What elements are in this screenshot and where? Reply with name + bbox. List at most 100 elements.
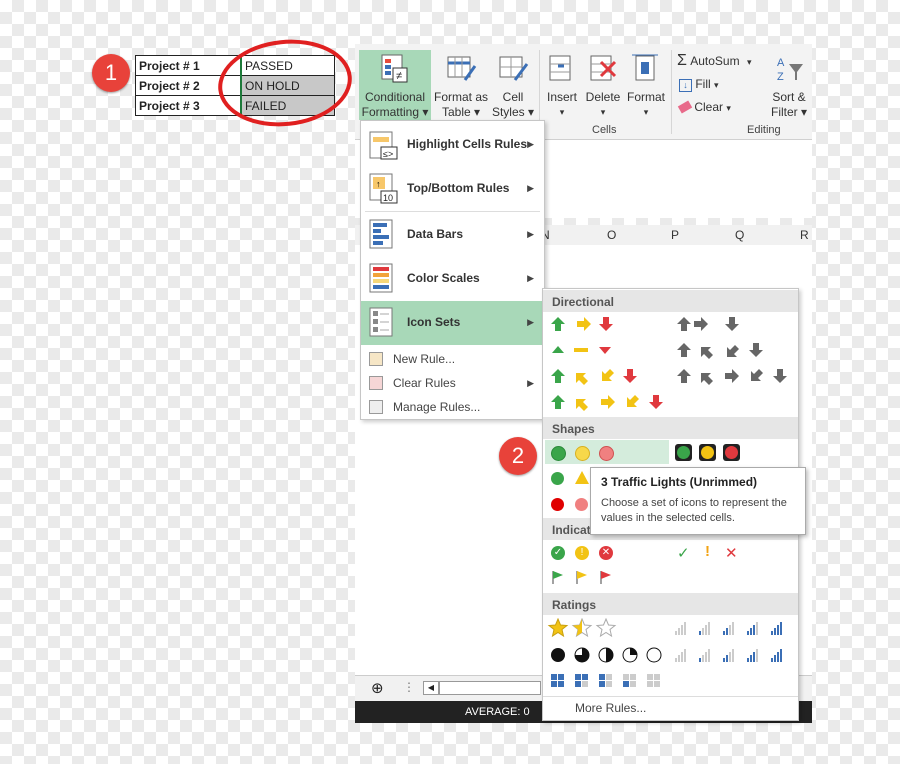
section-label: Shapes (552, 422, 595, 436)
menu-label: Data Bars (407, 227, 464, 241)
format-as-table-label-2: Table ▾ (441, 105, 481, 119)
yellow-triangle-icon (575, 471, 589, 484)
4-bars-icon-set[interactable] (673, 618, 793, 638)
sort-filter-icon: A Z (777, 57, 803, 83)
full-star-icon (547, 618, 569, 638)
fill-button[interactable]: ↓ Fill ▾ (679, 77, 739, 95)
menu-manage-rules[interactable]: Manage Rules... (361, 395, 544, 419)
submenu-arrow-icon: ▶ (527, 378, 534, 388)
menu-data-bars[interactable]: Data Bars ▶ (361, 213, 544, 257)
menu-color-scales[interactable]: Color Scales ▶ (361, 257, 544, 301)
column-header[interactable]: P (671, 228, 679, 242)
menu-label: Highlight Cells Rules (407, 137, 528, 151)
5-arrows-colored-icon (551, 395, 663, 411)
svg-text:A: A (777, 57, 785, 69)
menu-top-bottom-rules[interactable]: ↑ 10 Top/Bottom Rules ▶ (361, 167, 544, 209)
fill-label: Fill (695, 77, 711, 91)
empty-star-icon (595, 618, 617, 638)
format-dropdown-icon: ▾ (643, 107, 649, 117)
half-circle-icon (606, 648, 613, 662)
x-mark-icon: ✕ (725, 545, 738, 562)
menu-highlight-cells-rules[interactable]: ≤> Highlight Cells Rules ▶ (361, 123, 544, 165)
3-stars-icon-set[interactable] (547, 618, 627, 638)
submenu-arrow-icon: ▶ (527, 273, 534, 283)
green-circle-icon (551, 446, 566, 461)
format-as-table-button[interactable]: Format as Table ▾ (433, 50, 489, 120)
3-triangles-icon (552, 346, 611, 354)
cell-styles-label-2: Styles ▾ (491, 105, 535, 119)
red-circle-icon (599, 446, 614, 461)
data-bars-icon (369, 219, 393, 249)
insert-button[interactable]: Insert ▾ (543, 50, 581, 120)
5-quarters-icon-set[interactable] (547, 644, 667, 666)
conditional-formatting-label-2: Formatting ▾ (361, 105, 429, 119)
color-scales-icon (369, 263, 393, 293)
sort-filter-button[interactable]: A Z Sort & Filter ▾ (767, 50, 811, 120)
section-label: Indicat (552, 523, 591, 537)
red-flag-icon (600, 571, 611, 584)
5-boxes-icon-set[interactable] (547, 671, 667, 691)
5-bars-icon-set[interactable] (673, 644, 793, 666)
section-label: Directional (552, 295, 615, 309)
boxes-4-icon (551, 674, 564, 687)
3-flags-icon-set[interactable] (547, 567, 627, 587)
delete-label: Delete (585, 90, 621, 104)
eraser-icon (677, 100, 693, 114)
scroll-left-icon[interactable]: ◀ (423, 681, 439, 695)
format-icon (632, 54, 658, 81)
clear-label: Clear (694, 100, 724, 114)
3-arrows-gray-icon (677, 317, 739, 331)
exclamation-circle-icon: ! (575, 546, 589, 560)
menu-new-rule[interactable]: New Rule... (361, 347, 544, 371)
submenu-arrow-icon: ▶ (527, 183, 534, 193)
menu-icon-sets[interactable]: Icon Sets ▶ (361, 301, 544, 345)
conditional-formatting-button[interactable]: ≠ Conditional Formatting ▾ (359, 50, 431, 120)
fill-dropdown-icon: ▾ (714, 80, 719, 90)
average-readout: AVERAGE: 0 (465, 706, 530, 718)
autosum-label: AutoSum (690, 54, 740, 68)
submenu-arrow-icon: ▶ (527, 317, 534, 327)
autosum-dropdown-icon: ▾ (746, 57, 752, 67)
sort-filter-label-1: Sort & (772, 90, 806, 104)
column-header[interactable]: R (800, 228, 809, 242)
directional-icon-sets[interactable] (543, 313, 798, 417)
cell-styles-label-1: Cell (502, 90, 524, 104)
check-circle-icon: ✓ (551, 546, 565, 560)
tooltip-description: Choose a set of icons to represent the v… (601, 497, 787, 524)
cell-styles-button[interactable]: Cell Styles ▾ (491, 50, 535, 120)
boxes-0-icon (647, 674, 660, 687)
delete-button[interactable]: Delete ▾ (583, 50, 623, 120)
format-as-table-label-1: Format as (433, 90, 488, 104)
editing-group-label: Editing (747, 124, 781, 136)
insert-dropdown-icon: ▾ (559, 107, 565, 117)
tooltip-title: 3 Traffic Lights (Unrimmed) (601, 475, 758, 489)
autosum-button[interactable]: Σ AutoSum ▾ (677, 53, 767, 71)
format-button[interactable]: Format ▾ (625, 50, 667, 120)
column-header[interactable]: O (607, 228, 616, 242)
pink-circle-icon (575, 498, 588, 511)
column-header[interactable]: Q (735, 228, 744, 242)
format-label: Format (626, 90, 665, 104)
section-header: Shapes (543, 417, 798, 439)
x-circle-icon: ✕ (599, 546, 613, 560)
exclamation-icon: ! (705, 543, 710, 560)
step-2-badge: 2 (499, 437, 537, 475)
boxes-3-icon (575, 674, 588, 687)
more-icon: ⋮ (403, 680, 415, 694)
more-rules-link[interactable]: More Rules... (575, 701, 646, 715)
icon-sets-icon (369, 307, 393, 337)
highlight-cells-icon: ≤> (369, 131, 398, 160)
4-arrows-colored-icon (551, 369, 637, 385)
section-header: Ratings (543, 593, 798, 615)
menu-clear-rules[interactable]: Clear Rules ▶ (361, 371, 544, 395)
add-sheet-icon[interactable]: ⊕ (371, 679, 384, 697)
horizontal-scrollbar[interactable] (439, 681, 541, 695)
menu-label: New Rule... (393, 352, 456, 366)
3-arrows-colored-icon (551, 317, 613, 331)
ribbon-divider (671, 50, 672, 134)
submenu-divider (543, 696, 798, 697)
boxes-1-icon (623, 674, 636, 687)
clear-button[interactable]: Clear ▾ (677, 100, 739, 118)
menu-label: Top/Bottom Rules (407, 181, 510, 195)
full-circle-icon (551, 648, 565, 662)
